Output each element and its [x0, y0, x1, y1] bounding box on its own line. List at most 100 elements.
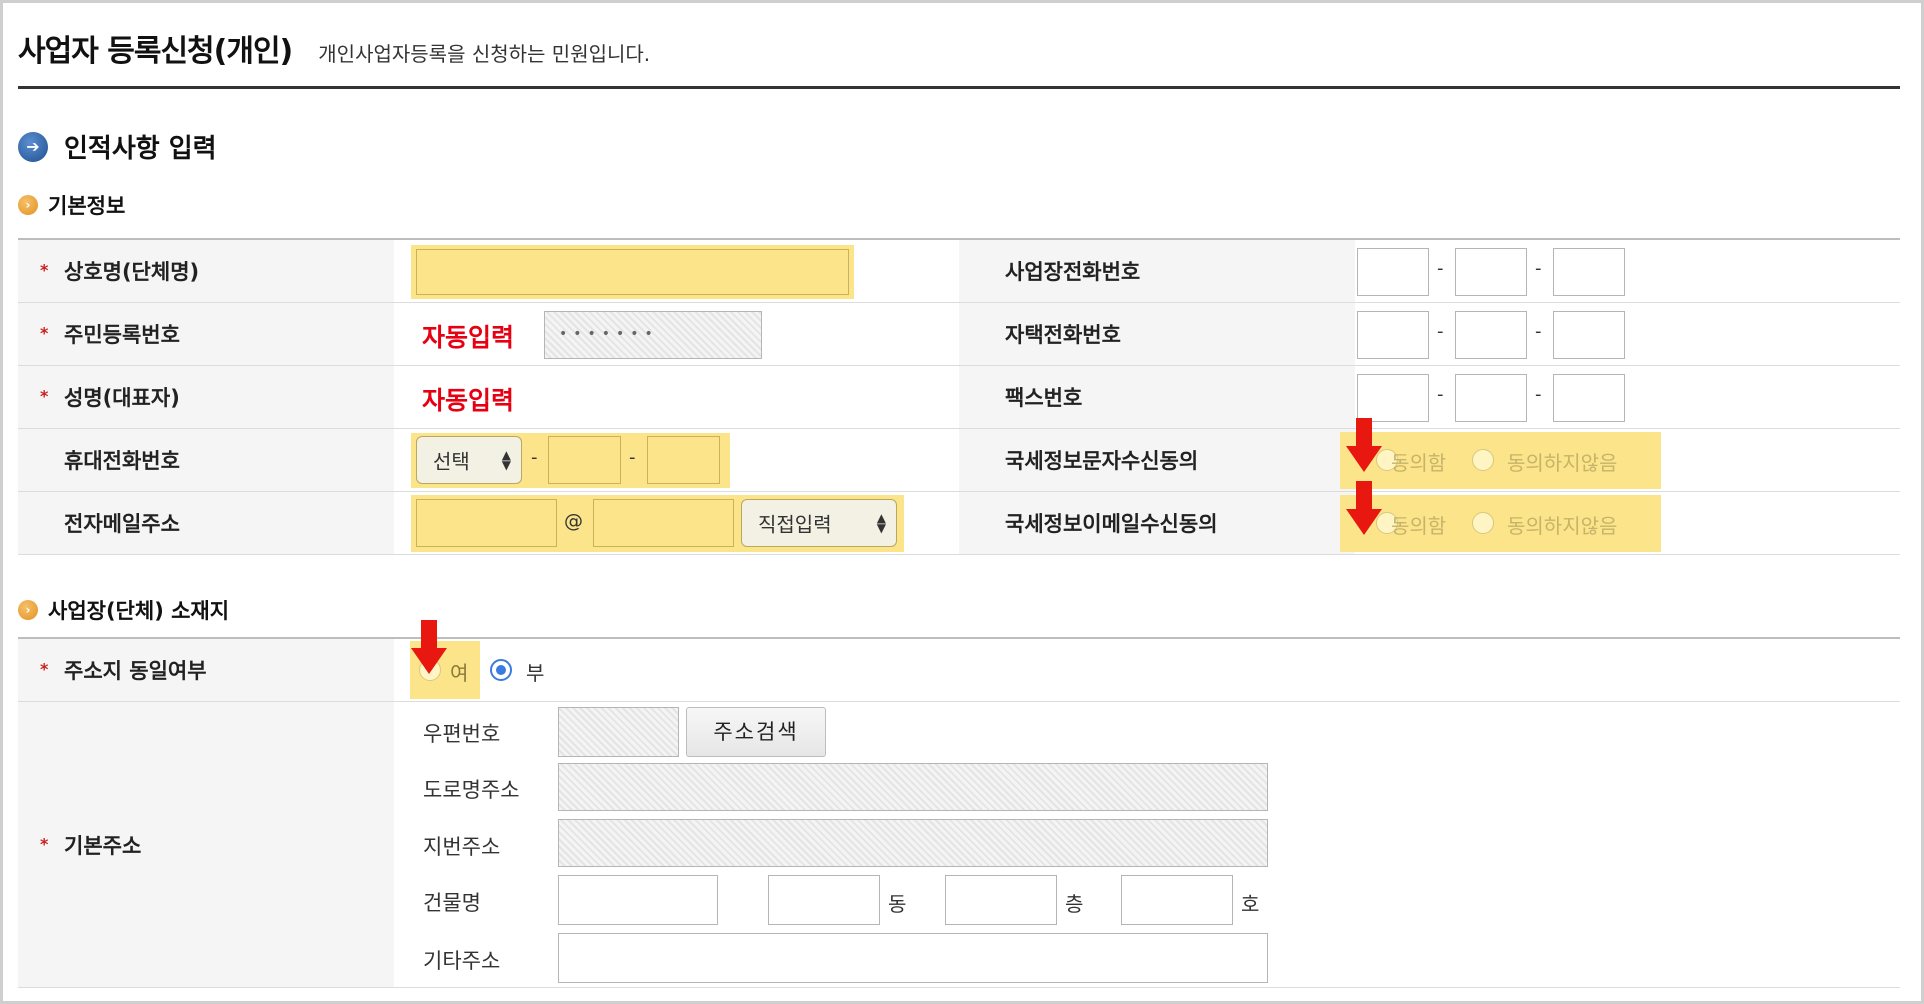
resident-number-auto-text: 자동입력 — [422, 323, 515, 352]
email-consent-disagree-radio[interactable] — [1472, 512, 1494, 534]
row-same-address: * 주소지 동일여부 — [18, 639, 1900, 702]
fax-part3-input[interactable] — [1553, 374, 1625, 422]
fax-part1-input[interactable] — [1357, 374, 1429, 422]
label-cell: * 주소지 동일여부 — [18, 639, 394, 701]
ho-unit-label: 호 — [1241, 892, 1260, 916]
fax-label: 팩스번호 — [1005, 386, 1083, 410]
other-address-input[interactable] — [558, 933, 1268, 983]
email-consent-label: 국세정보이메일수신동의 — [1005, 512, 1218, 536]
dash: - — [1437, 321, 1444, 342]
road-address-label: 도로명주소 — [423, 778, 520, 802]
building-dong-input[interactable] — [768, 875, 880, 925]
label-cell: 팩스번호 — [959, 366, 1355, 428]
required-mark: * — [40, 260, 49, 280]
sms-disagree-label: 동의하지않음 — [1507, 451, 1618, 475]
label-cell: * 기본주소 — [18, 702, 394, 987]
business-phone-part2-input[interactable] — [1455, 248, 1527, 296]
required-mark: * — [40, 386, 49, 406]
floor-unit-label: 층 — [1065, 892, 1084, 916]
subsection-basic-info: › 기본정보 — [18, 190, 125, 220]
label-cell: * 성명(대표자) — [18, 366, 394, 428]
business-phone-part1-input[interactable] — [1357, 248, 1429, 296]
business-phone-part3-input[interactable] — [1553, 248, 1625, 296]
resident-number-masked-input: ••••••• — [544, 311, 762, 359]
red-arrow-down-icon — [411, 620, 447, 674]
business-phone-label: 사업장전화번호 — [1005, 260, 1141, 284]
lot-address-label: 지번주소 — [423, 835, 501, 859]
dash: - — [531, 447, 538, 468]
email-agree-label: 동의함 — [1391, 514, 1447, 538]
same-address-yes-label: 여 — [450, 661, 469, 685]
label-cell: 사업장전화번호 — [959, 240, 1355, 302]
required-mark: * — [40, 323, 49, 343]
red-arrow-down-icon — [1346, 481, 1382, 535]
email-domain-select-value: 직접입력 — [758, 512, 832, 537]
subsection-location-title: 사업장(단체) 소재지 — [48, 599, 230, 623]
fax-part2-input[interactable] — [1455, 374, 1527, 422]
company-name-input[interactable] — [416, 249, 849, 295]
email-label: 전자메일주소 — [64, 512, 180, 536]
sms-consent-disagree-radio[interactable] — [1472, 449, 1494, 471]
other-address-label: 기타주소 — [423, 949, 501, 973]
required-mark: * — [40, 834, 49, 854]
select-arrows-icon: ▲ ▼ — [501, 448, 511, 472]
same-address-label: 주소지 동일여부 — [64, 659, 207, 683]
name-auto-text: 자동입력 — [422, 386, 515, 415]
masked-value: ••••••• — [559, 326, 659, 342]
home-phone-part3-input[interactable] — [1553, 311, 1625, 359]
label-cell: 휴대전화번호 — [18, 429, 394, 491]
email-disagree-label: 동의하지않음 — [1507, 514, 1618, 538]
chevron-circle-icon: › — [18, 600, 38, 620]
dash: - — [1437, 258, 1444, 279]
label-cell: * 주민등록번호 — [18, 303, 394, 365]
dash: - — [1535, 384, 1542, 405]
email-domain-input[interactable] — [593, 499, 734, 547]
home-phone-part1-input[interactable] — [1357, 311, 1429, 359]
name-label: 성명(대표자) — [64, 386, 180, 410]
dash: - — [1437, 384, 1444, 405]
chevron-circle-icon: › — [18, 195, 38, 215]
sms-consent-label: 국세정보문자수신동의 — [1005, 449, 1199, 473]
mobile-label: 휴대전화번호 — [64, 449, 180, 473]
sms-agree-label: 동의함 — [1391, 451, 1447, 475]
red-arrow-down-icon — [1346, 418, 1382, 472]
label-cell: 자택전화번호 — [959, 303, 1355, 365]
label-cell: 전자메일주소 — [18, 492, 394, 554]
mobile-prefix-value: 선택 — [433, 449, 470, 474]
arrow-right-circle-icon: ➔ — [18, 131, 48, 162]
select-arrows-icon: ▲ ▼ — [876, 511, 886, 535]
company-name-label: 상호명(단체명) — [64, 260, 200, 284]
label-cell: 국세정보이메일수신동의 — [959, 492, 1355, 554]
dash: - — [1535, 321, 1542, 342]
road-address-input — [558, 763, 1268, 811]
email-domain-select[interactable]: 직접입력 ▲ ▼ — [741, 499, 897, 547]
section-title-text: 인적사항 입력 — [64, 134, 217, 164]
header-divider — [18, 86, 1900, 89]
address-search-button[interactable]: 주소검색 — [686, 707, 826, 757]
building-label: 건물명 — [423, 891, 481, 915]
building-floor-input[interactable] — [945, 875, 1057, 925]
mobile-part2-input[interactable] — [548, 436, 621, 484]
dash: - — [1535, 258, 1542, 279]
home-phone-label: 자택전화번호 — [1005, 323, 1121, 347]
page-header: 사업자 등록신청(개인) 개인사업자등록을 신청하는 민원입니다. — [18, 26, 651, 69]
lot-address-input — [558, 819, 1268, 867]
building-ho-input[interactable] — [1121, 875, 1233, 925]
postal-code-input — [558, 707, 679, 757]
mobile-prefix-select[interactable]: 선택 ▲ ▼ — [416, 436, 522, 484]
page-description: 개인사업자등록을 신청하는 민원입니다. — [318, 42, 651, 66]
email-id-input[interactable] — [416, 499, 557, 547]
mobile-part3-input[interactable] — [647, 436, 720, 484]
label-cell: 국세정보문자수신동의 — [959, 429, 1355, 491]
dong-unit-label: 동 — [888, 892, 907, 916]
same-address-no-radio[interactable] — [490, 659, 512, 681]
label-cell: * 상호명(단체명) — [18, 240, 394, 302]
section-title: ➔ 인적사항 입력 — [18, 128, 217, 165]
required-mark: * — [40, 659, 49, 679]
dash: - — [629, 447, 636, 468]
home-phone-part2-input[interactable] — [1455, 311, 1527, 359]
subsection-location: › 사업장(단체) 소재지 — [18, 595, 229, 625]
building-name-input[interactable] — [558, 875, 718, 925]
subsection-basic-info-title: 기본정보 — [48, 194, 126, 218]
base-address-label: 기본주소 — [64, 833, 142, 858]
